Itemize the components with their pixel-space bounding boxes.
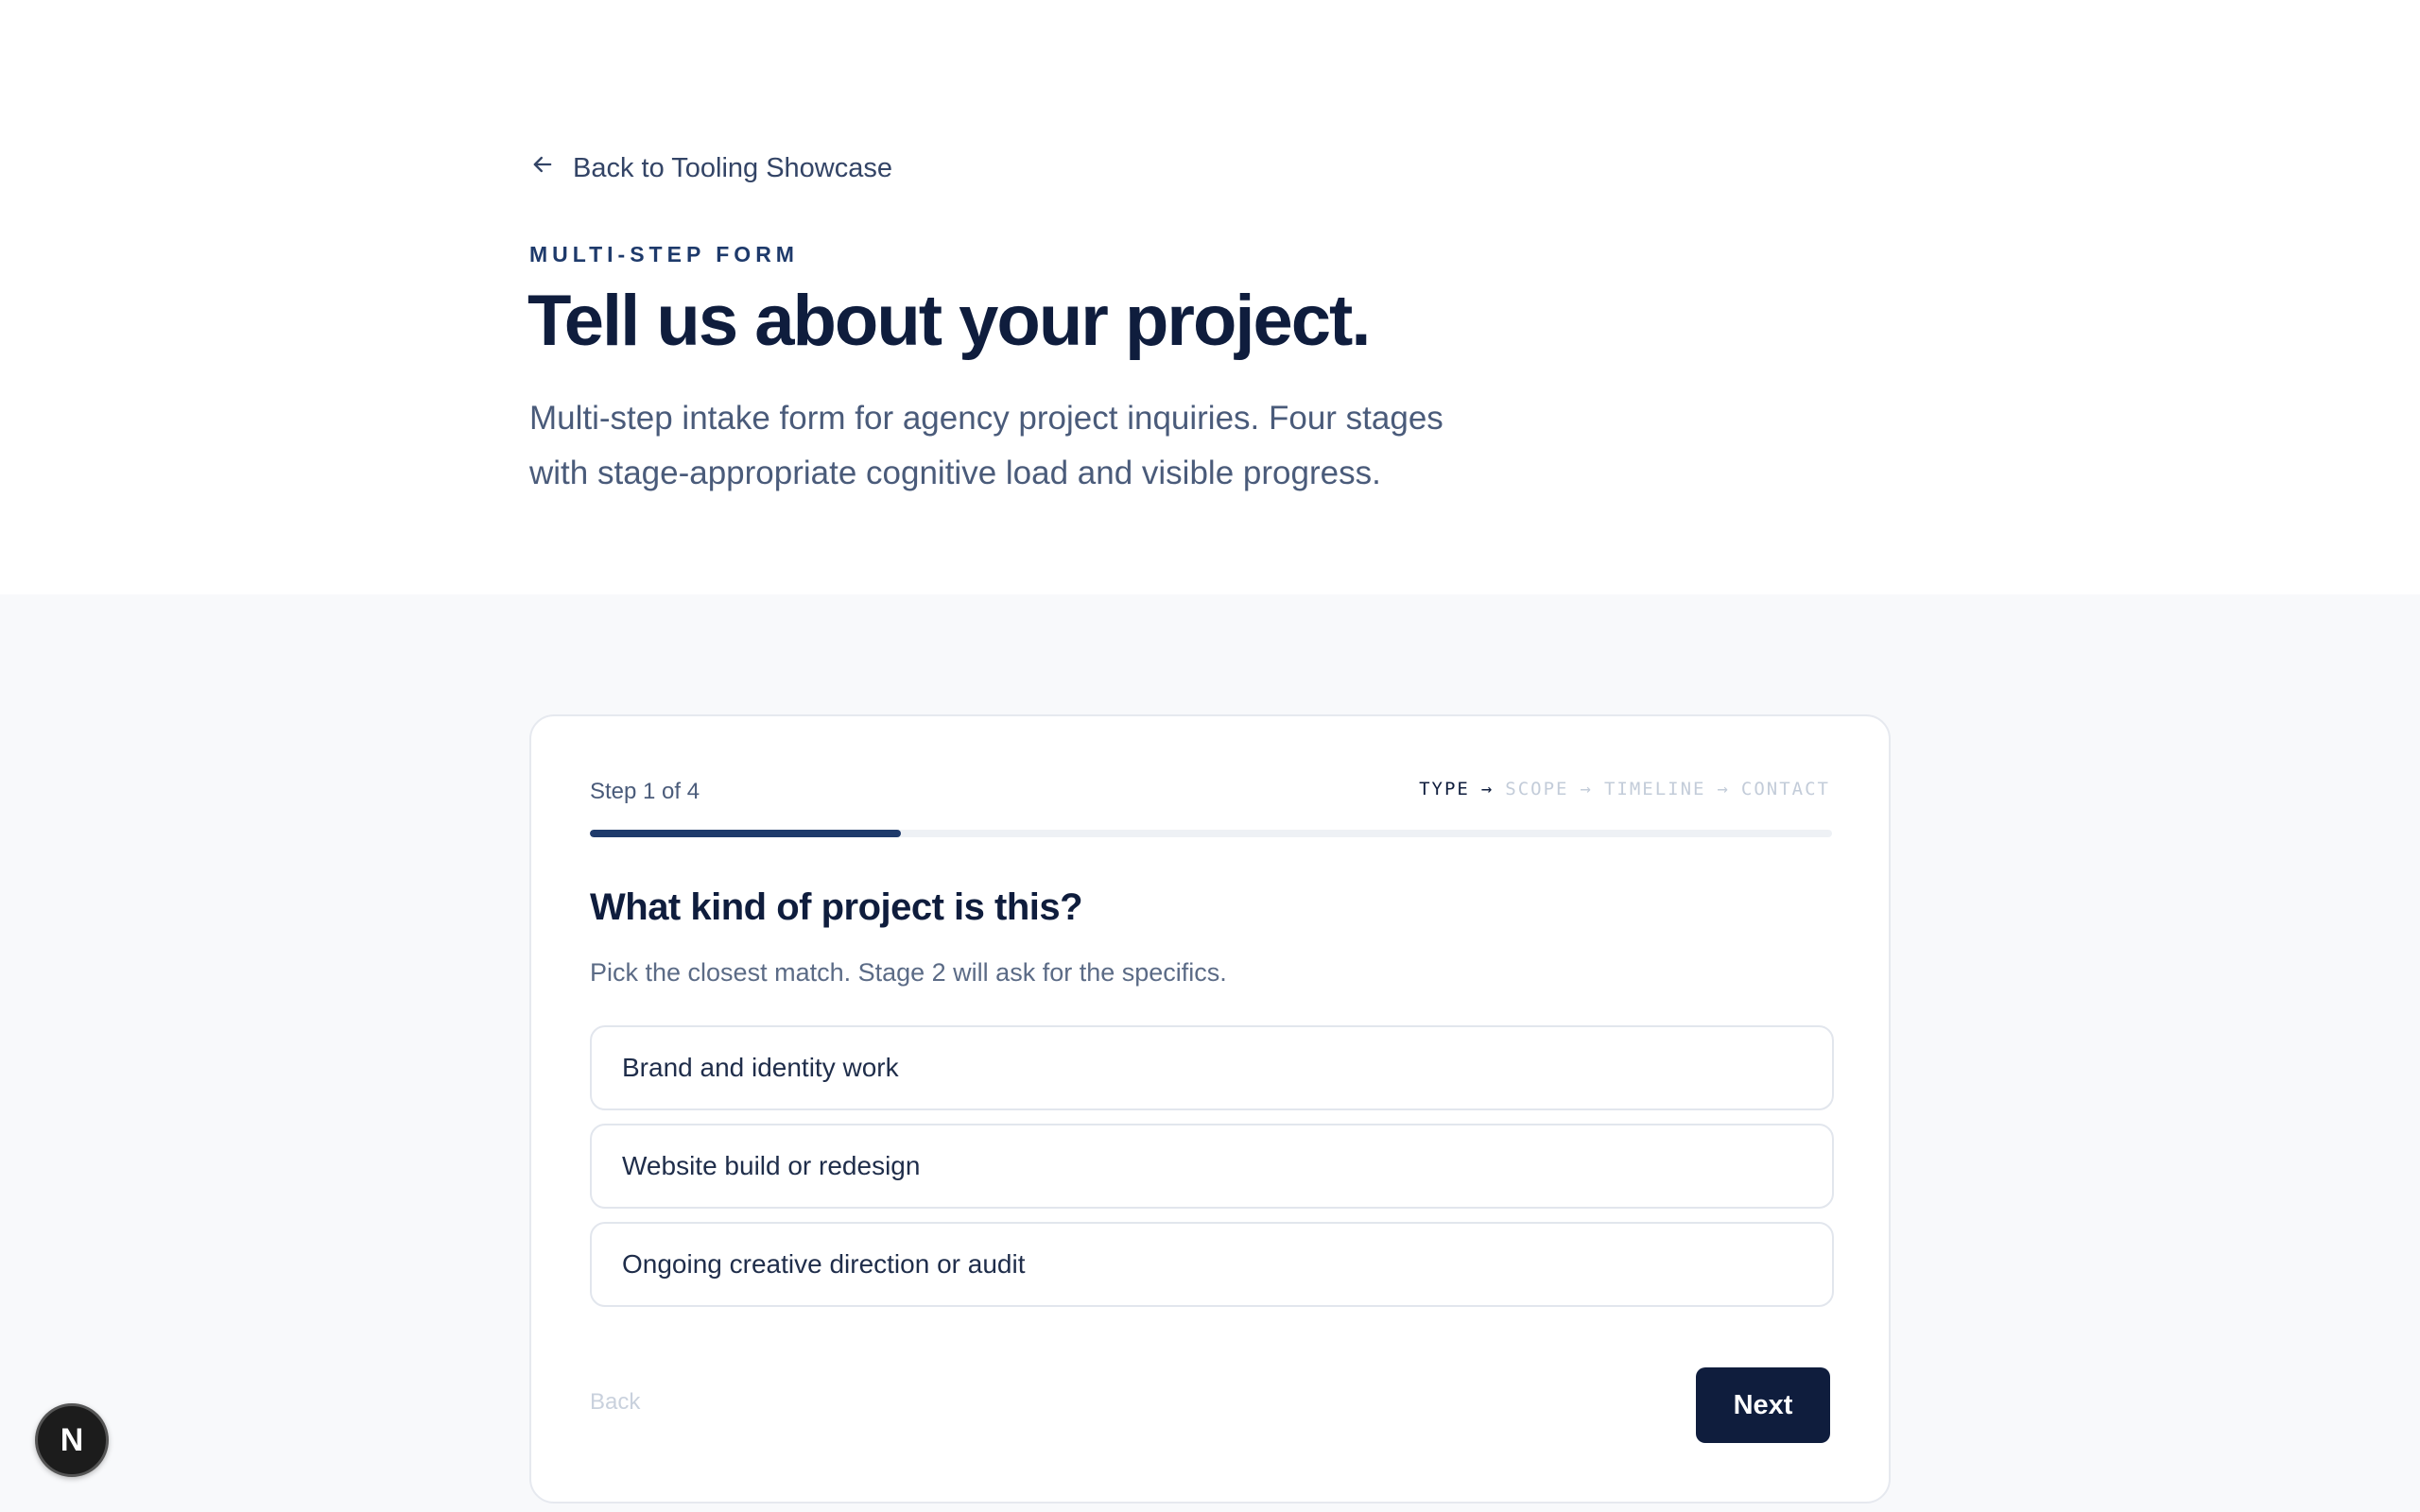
page-title: Tell us about your project. (527, 281, 1371, 361)
intro-text: Multi-step intake form for agency projec… (529, 391, 1588, 501)
page-header: Back to Tooling Showcase MULTI-STEP FORM… (0, 0, 2420, 594)
eyebrow-label: MULTI-STEP FORM (529, 242, 799, 266)
stage-scope: SCOPE (1505, 779, 1569, 799)
option-list: Brand and identity work Website build or… (590, 1025, 1834, 1307)
option-creative-direction[interactable]: Ongoing creative direction or audit (590, 1222, 1834, 1307)
arrow-left-icon (529, 151, 556, 185)
back-link-label: Back to Tooling Showcase (573, 152, 893, 183)
stage-timeline: TIMELINE (1603, 779, 1706, 799)
back-button[interactable]: Back (590, 1389, 640, 1416)
stage-type: TYPE (1419, 779, 1470, 799)
stage-stepper: TYPE → SCOPE → TIMELINE → CONTACT (1419, 779, 1830, 799)
option-brand-identity[interactable]: Brand and identity work (590, 1025, 1834, 1110)
dev-tools-badge[interactable]: N (35, 1403, 109, 1477)
intro-line-2: with stage-appropriate cognitive load an… (529, 455, 1381, 491)
stage-arrow-icon: → (1580, 779, 1593, 799)
stage-arrow-icon: → (1717, 779, 1730, 799)
intro-line-1: Multi-step intake form for agency projec… (529, 400, 1443, 437)
option-website-build[interactable]: Website build or redesign (590, 1124, 1834, 1209)
dev-badge-letter: N (60, 1421, 84, 1458)
form-card: Step 1 of 4 TYPE → SCOPE → TIMELINE → CO… (529, 714, 1891, 1503)
question-heading: What kind of project is this? (590, 886, 1083, 928)
stage-arrow-icon: → (1480, 779, 1495, 799)
step-counter: Step 1 of 4 (590, 779, 700, 804)
question-hint: Pick the closest match. Stage 2 will ask… (590, 958, 1227, 987)
next-button[interactable]: Next (1696, 1367, 1830, 1443)
progress-bar (590, 830, 1832, 837)
stage-contact: CONTACT (1740, 779, 1830, 799)
progress-bar-fill (590, 830, 901, 837)
back-to-showcase-link[interactable]: Back to Tooling Showcase (529, 151, 892, 185)
